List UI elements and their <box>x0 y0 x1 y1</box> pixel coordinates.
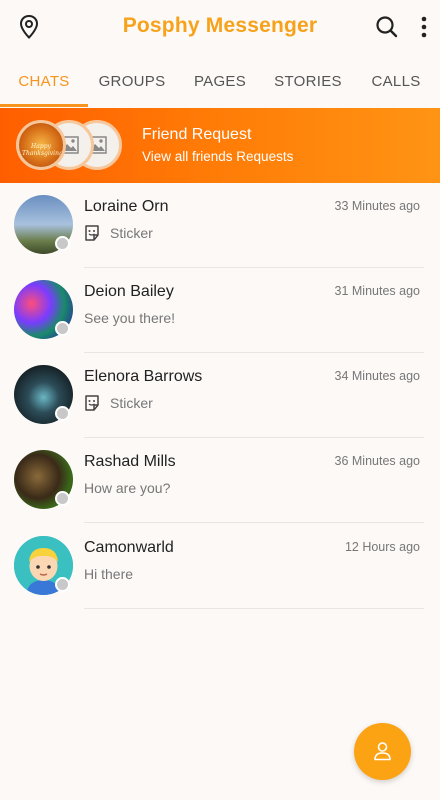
friend-request-subtitle[interactable]: View all friends Requests <box>142 149 293 164</box>
friend-request-banner[interactable]: Happy Thanksgiving Friend Request View a… <box>0 108 440 183</box>
last-message: Sticker <box>110 395 153 411</box>
status-dot <box>55 236 70 251</box>
chat-list-item[interactable]: Deion Bailey 31 Minutes ago See you ther… <box>0 268 440 353</box>
last-message: See you there! <box>84 310 176 326</box>
status-dot <box>55 321 70 336</box>
tab-pages[interactable]: PAGES <box>176 64 264 108</box>
status-dot <box>55 491 70 506</box>
divider <box>84 608 424 609</box>
tab-chats[interactable]: CHATS <box>0 64 88 108</box>
more-vertical-icon[interactable] <box>418 14 430 40</box>
avatar-caption: Happy Thanksgiving <box>22 143 63 157</box>
message-time: 31 Minutes ago <box>334 284 420 298</box>
contact-name: Camonwarld <box>84 539 174 556</box>
search-icon[interactable] <box>374 14 400 40</box>
chat-list-item[interactable]: Rashad Mills 36 Minutes ago How are you? <box>0 438 440 523</box>
chat-list-item[interactable]: Loraine Orn 33 Minutes ago Sticker <box>0 183 440 268</box>
sticker-icon <box>85 395 99 411</box>
contact-name: Loraine Orn <box>84 198 169 215</box>
message-time: 36 Minutes ago <box>334 454 420 468</box>
contact-name: Elenora Barrows <box>84 368 203 385</box>
status-dot <box>55 406 70 421</box>
top-app-bar: Posphy Messenger <box>0 0 440 54</box>
active-tab-indicator <box>0 104 88 107</box>
last-message: Hi there <box>84 566 134 582</box>
last-message: How are you? <box>84 480 171 496</box>
message-time: 34 Minutes ago <box>334 369 420 383</box>
contact-name: Deion Bailey <box>84 283 174 300</box>
message-time: 12 Hours ago <box>344 540 420 554</box>
chat-list-item[interactable]: Camonwarld 12 Hours ago Hi there <box>0 524 440 609</box>
add-contact-button[interactable] <box>354 723 411 780</box>
divider <box>84 522 424 523</box>
tab-calls[interactable]: CALLS <box>352 64 440 108</box>
friend-request-avatar: Happy Thanksgiving <box>16 120 66 170</box>
contact-name: Rashad Mills <box>84 453 176 470</box>
user-icon <box>374 742 391 761</box>
status-dot <box>55 577 70 592</box>
sticker-icon <box>85 225 99 241</box>
tab-bar: CHATS GROUPS PAGES STORIES CALLS <box>0 64 440 108</box>
message-time: 33 Minutes ago <box>334 199 420 213</box>
last-message: Sticker <box>110 225 153 241</box>
friend-request-title: Friend Request <box>142 126 252 143</box>
tab-stories[interactable]: STORIES <box>264 64 352 108</box>
tab-groups[interactable]: GROUPS <box>88 64 176 108</box>
chat-list-item[interactable]: Elenora Barrows 34 Minutes ago Sticker <box>0 353 440 438</box>
